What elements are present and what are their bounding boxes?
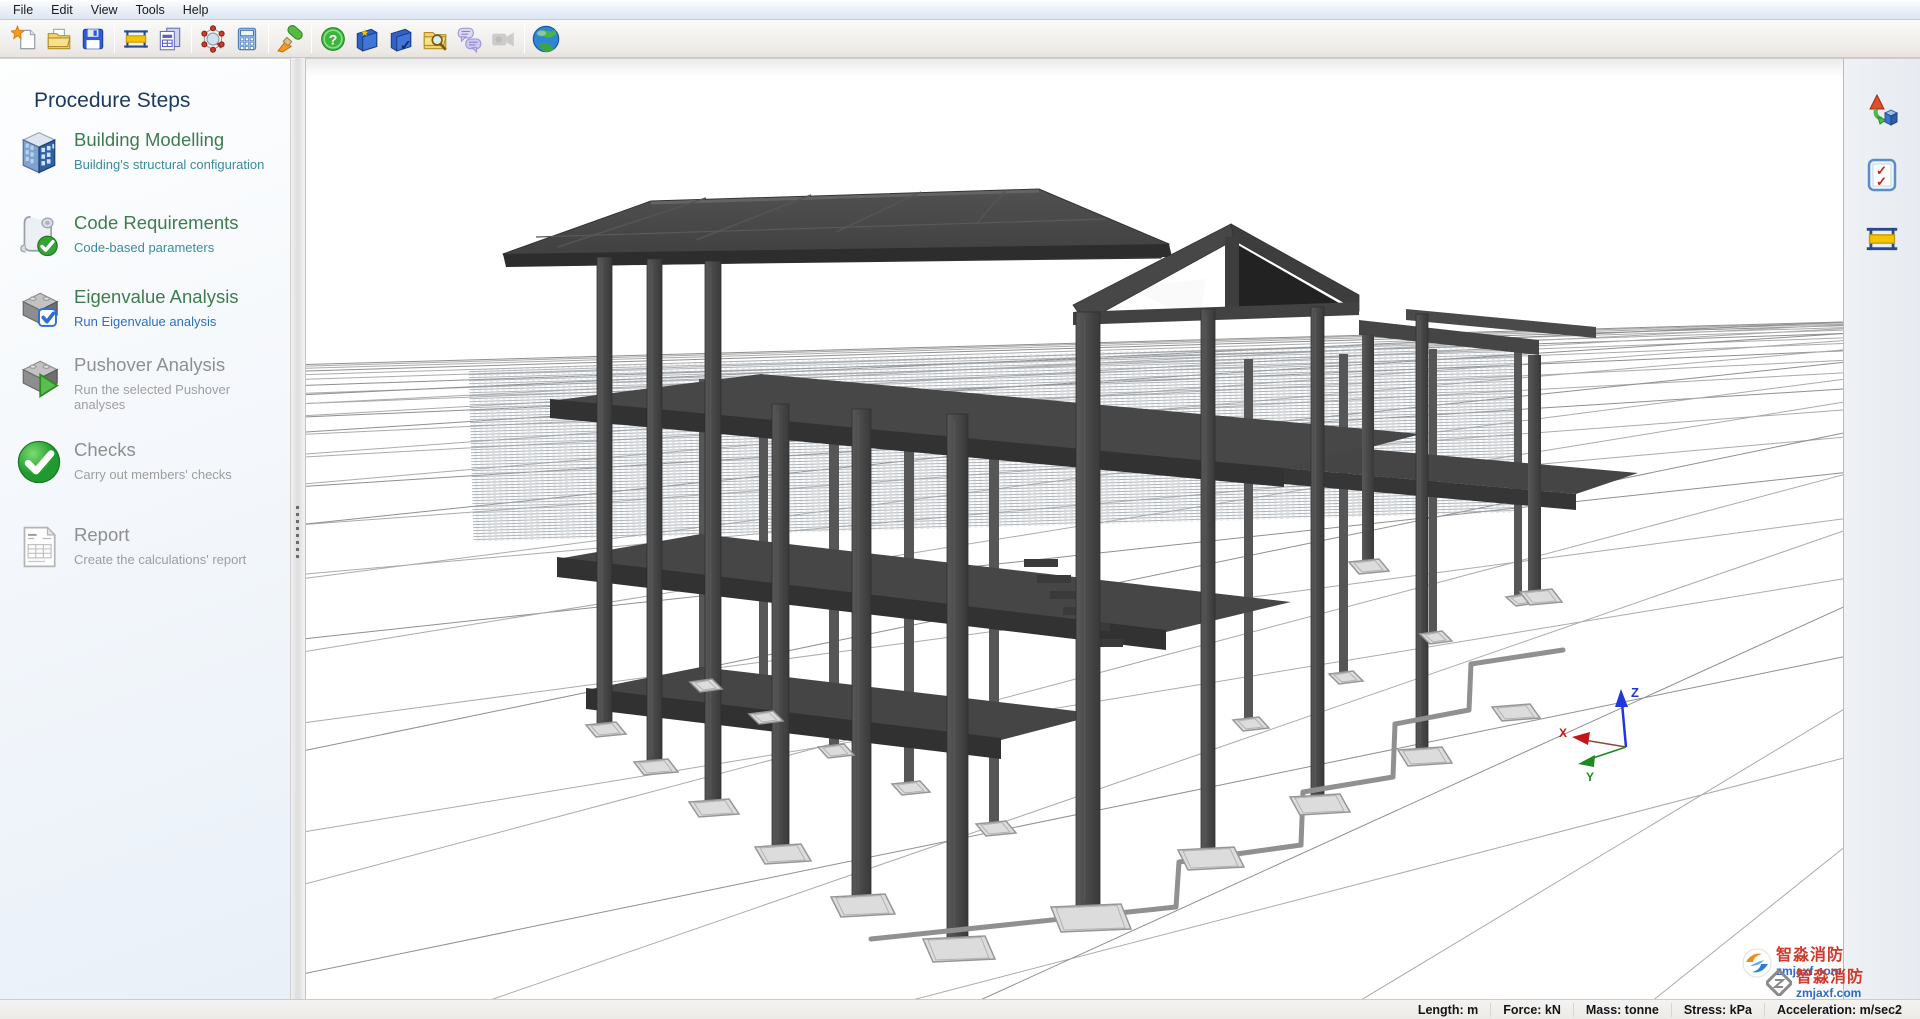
save-project-icon[interactable] <box>76 23 110 55</box>
calculator-icon[interactable] <box>230 23 264 55</box>
menu-tools[interactable]: Tools <box>127 1 174 19</box>
procedure-steps-panel: Procedure Steps <box>0 58 290 999</box>
step-subtitle: Code-based parameters <box>74 240 214 255</box>
status-acceleration: Acceleration: m/sec2 <box>1764 1003 1914 1017</box>
status-force: Force: kN <box>1490 1003 1573 1017</box>
new-project-icon[interactable] <box>8 23 42 55</box>
step-subtitle: Create the calculations' report <box>74 552 246 567</box>
check-glyph: ✓ <box>1876 174 1887 189</box>
step-subtitle: Run Eigenvalue analysis <box>74 314 216 329</box>
step-subtitle: Run the selected Pushover analyses <box>74 382 276 412</box>
frame-section-icon[interactable] <box>119 23 153 55</box>
toolbar-separator <box>114 25 115 53</box>
status-mass: Mass: tonne <box>1573 1003 1671 1017</box>
menu-view[interactable]: View <box>82 1 127 19</box>
checked-book-icon[interactable]: ✓ <box>384 23 418 55</box>
checklist-icon[interactable]: ✓ ✓ <box>1862 155 1902 195</box>
video-capture-icon[interactable] <box>486 23 520 55</box>
step-report[interactable]: Report Create the calculations' report <box>14 522 276 584</box>
building-model <box>503 189 1638 939</box>
search-folder-icon[interactable] <box>418 23 452 55</box>
menu-bar: File Edit View Tools Help <box>0 0 1920 20</box>
step-subtitle: Building's structural configuration <box>74 157 264 172</box>
code-scroll-icon <box>16 212 62 258</box>
status-length: Length: m <box>1406 1003 1490 1017</box>
step-title: Code Requirements <box>74 212 239 234</box>
paintbrush-icon[interactable] <box>273 23 307 55</box>
watermark-text-cn: 智淼消防 <box>1776 948 1844 965</box>
axis-x-label: X <box>1559 726 1567 740</box>
step-title: Building Modelling <box>74 129 224 151</box>
splitter-grip-dots <box>296 506 299 558</box>
watermark: 智淼消防 zmjaxf.com 智淼消防 zmjaxf.com <box>1742 948 1864 999</box>
model-3d-viewport[interactable]: Z X Y <box>306 58 1843 999</box>
axis-y-label: Y <box>1586 770 1594 784</box>
report-icon <box>16 524 62 570</box>
open-project-icon[interactable] <box>42 23 76 55</box>
report-view-icon[interactable] <box>153 23 187 55</box>
checks-icon <box>16 439 62 485</box>
menu-edit[interactable]: Edit <box>42 1 82 19</box>
view-tools-strip: ✓ ✓ <box>1843 58 1920 999</box>
star-glyph: ★ <box>361 27 370 38</box>
step-title: Checks <box>74 439 136 461</box>
viewport-top-fade <box>306 59 1843 77</box>
toolbar-separator <box>311 25 312 53</box>
step-eigenvalue-analysis[interactable]: Eigenvalue Analysis Run Eigenvalue analy… <box>14 284 276 346</box>
pushover-engine-icon <box>16 354 62 400</box>
menu-help[interactable]: Help <box>174 1 218 19</box>
question-glyph: ? <box>329 31 338 47</box>
status-stress: Stress: kPa <box>1671 1003 1764 1017</box>
step-checks[interactable]: Checks Carry out members' checks <box>14 437 276 499</box>
building-icon <box>16 129 62 175</box>
axis-z-label: Z <box>1631 685 1639 700</box>
sidebar-splitter[interactable] <box>290 58 306 999</box>
check-glyph: ✓ <box>400 36 412 52</box>
eigenvalue-engine-icon <box>16 286 62 332</box>
menu-file[interactable]: File <box>4 1 42 19</box>
sidebar-title: Procedure Steps <box>34 89 190 113</box>
model-3d-search-icon[interactable] <box>196 23 230 55</box>
step-code-requirements[interactable]: Code Requirements Code-based parameters <box>14 210 276 272</box>
step-title: Pushover Analysis <box>74 354 225 376</box>
frame-section-icon[interactable] <box>1862 219 1902 259</box>
step-subtitle: Carry out members' checks <box>74 467 232 482</box>
gable-roof <box>503 189 1359 325</box>
units-status-bar: Length: m Force: kN Mass: tonne Stress: … <box>0 999 1920 1019</box>
main-toolbar: ? ★ ✓ <box>0 20 1920 58</box>
watermark-logo-icon <box>1766 970 1792 996</box>
toolbar-separator <box>524 25 525 53</box>
help-icon[interactable]: ? <box>316 23 350 55</box>
step-title: Eigenvalue Analysis <box>74 286 239 308</box>
toolbar-separator <box>191 25 192 53</box>
toolbar-separator <box>268 25 269 53</box>
axis-triad: Z X Y <box>1559 685 1639 784</box>
website-globe-icon[interactable] <box>529 23 563 55</box>
building-3d-scene: Z X Y <box>306 59 1843 1000</box>
watermark-text-cn: 智淼消防 <box>1796 970 1864 987</box>
step-title: Report <box>74 524 130 546</box>
tutorial-book-icon[interactable]: ★ <box>350 23 384 55</box>
forum-chat-icon[interactable] <box>452 23 486 55</box>
step-building-modelling[interactable]: Building Modelling Building's structural… <box>14 127 276 189</box>
ground-boundary-line <box>871 650 1563 939</box>
watermark-text-url: zmjaxf.com <box>1796 987 1864 1000</box>
step-pushover-analysis[interactable]: Pushover Analysis Run the selected Pusho… <box>14 352 276 414</box>
view-orientation-icon[interactable] <box>1862 91 1902 131</box>
